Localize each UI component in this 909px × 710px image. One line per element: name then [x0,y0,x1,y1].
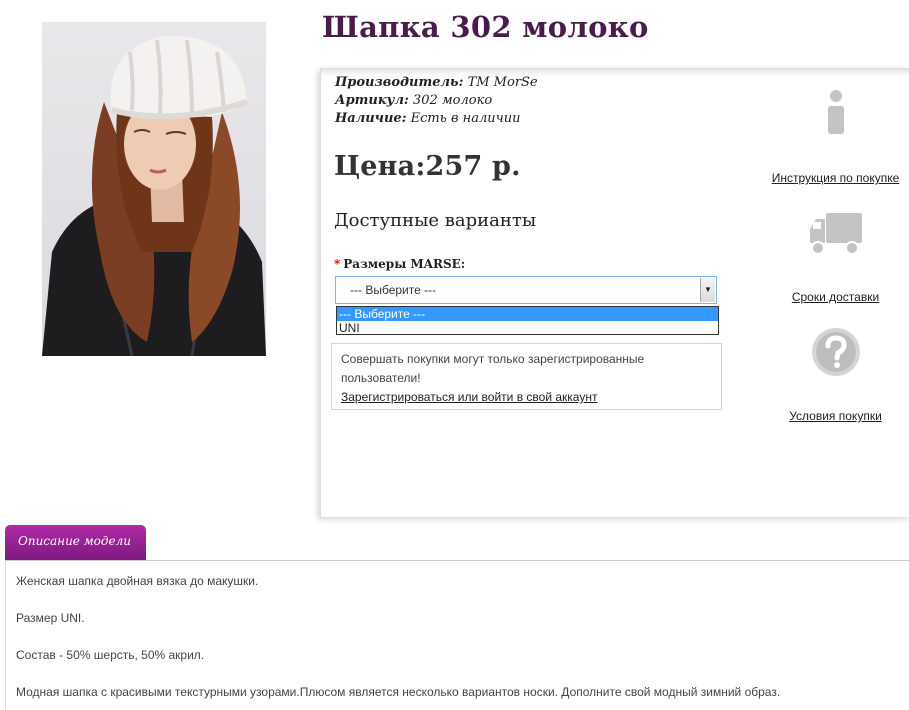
size-option-default[interactable]: --- Выберите --- [337,307,718,321]
manufacturer-value: TM MorSe [467,75,538,90]
purchase-info-column: Инструкция по покупке Сроки доставки Усл… [761,69,909,517]
info-icon[interactable] [761,89,909,141]
manufacturer-line: Производитель: TM MorSe [335,75,538,90]
description-line: Модная шапка с красивыми текстурными узо… [16,685,781,699]
article-line: Артикул: 302 молоко [335,93,492,108]
purchase-terms-link[interactable]: Условия покупки [761,409,909,423]
article-label: Артикул: [335,93,409,108]
product-title: Шапка 302 молоко [322,10,649,44]
delivery-terms-link[interactable]: Сроки доставки [761,290,909,304]
chevron-down-icon[interactable]: ▼ [700,278,715,302]
product-photo-illustration [42,35,266,356]
variants-heading: Доступные варианты [334,210,537,231]
size-dropdown-list[interactable]: --- Выберите --- UNI [336,306,719,335]
description-line: Состав - 50% шерсть, 50% акрил. [16,648,205,662]
description-line: Размер UNI. [16,611,85,625]
product-price: Цена:257 р. [334,151,521,182]
question-icon[interactable] [761,326,909,382]
availability-value: Есть в наличии [410,111,521,126]
manufacturer-label: Производитель: [335,75,464,90]
notice-text: Совершать покупки могут только зарегистр… [341,352,645,385]
size-label: * Размеры MARSE: [334,257,465,271]
availability-line: Наличие: Есть в наличии [335,111,520,126]
size-option-uni[interactable]: UNI [337,321,718,335]
product-info-panel: Производитель: TM MorSe Артикул: 302 мол… [320,68,909,517]
register-login-link[interactable]: Зарегистрироваться или войти в свой акка… [341,390,597,404]
truck-icon[interactable] [761,211,909,261]
registration-notice: Совершать покупки могут только зарегистр… [331,343,722,410]
required-mark: * [334,257,341,271]
purchase-instruction-link[interactable]: Инструкция по покупке [761,171,909,185]
size-label-text: Размеры MARSE: [343,257,466,271]
tab-model-description[interactable]: Описание модели [5,525,146,561]
article-value: 302 молоко [412,93,493,108]
description-panel: Женская шапка двойная вязка до макушки. … [5,560,909,710]
product-photo[interactable] [42,22,266,356]
size-select-value: --- Выберите --- [350,283,437,297]
description-line: Женская шапка двойная вязка до макушки. [16,574,259,588]
size-select[interactable]: --- Выберите --- ▼ [335,276,717,304]
availability-label: Наличие: [335,111,407,126]
